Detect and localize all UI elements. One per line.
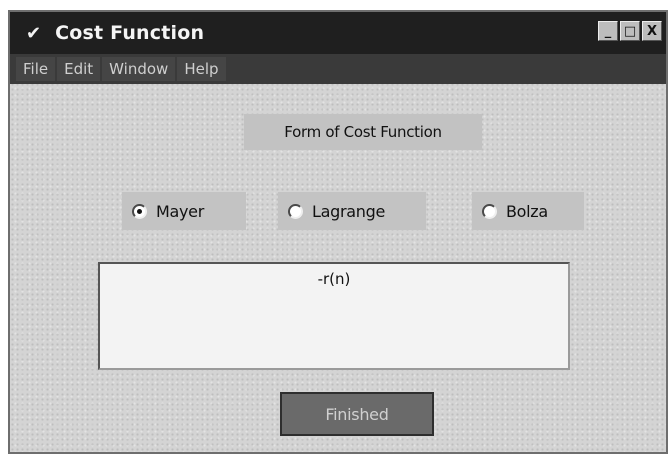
radio-label-bolza: Bolza <box>506 201 548 221</box>
radio-unchecked-icon <box>482 203 497 219</box>
cost-form-radio-group: Mayer Lagrange Bolza <box>10 192 666 230</box>
radio-unchecked-icon <box>288 203 303 219</box>
radio-label-mayer: Mayer <box>156 201 205 221</box>
maximize-icon: □ <box>623 23 637 39</box>
cost-function-window: ✔ Cost Function _ □ X File Edit Window H… <box>8 10 668 454</box>
close-icon: X <box>646 23 658 39</box>
radio-label-lagrange: Lagrange <box>312 201 385 221</box>
minimize-button[interactable]: _ <box>598 21 618 41</box>
minimize-icon: _ <box>604 23 612 39</box>
menu-file[interactable]: File <box>16 57 56 81</box>
maximize-button[interactable]: □ <box>620 21 640 41</box>
radio-bolza[interactable]: Bolza <box>472 192 584 230</box>
window-controls: _ □ X <box>598 21 662 41</box>
menu-help[interactable]: Help <box>177 57 226 81</box>
close-button[interactable]: X <box>642 21 662 41</box>
menu-edit[interactable]: Edit <box>57 57 101 81</box>
radio-checked-icon <box>132 203 147 219</box>
radio-lagrange[interactable]: Lagrange <box>278 192 426 230</box>
menu-window[interactable]: Window <box>102 57 176 81</box>
radio-mayer[interactable]: Mayer <box>122 192 246 230</box>
finished-button[interactable]: Finished <box>280 392 434 436</box>
window-title: Cost Function <box>55 22 205 44</box>
cost-expression-field[interactable]: -r(n) <box>98 262 570 370</box>
form-of-cost-function-label: Form of Cost Function <box>244 114 482 150</box>
menu-bar: File Edit Window Help <box>10 54 666 84</box>
checkmark-icon: ✔ <box>26 22 42 44</box>
title-bar[interactable]: ✔ Cost Function _ □ X <box>10 12 666 54</box>
dialog-content: Form of Cost Function Mayer Lagrange Bol… <box>10 84 666 452</box>
